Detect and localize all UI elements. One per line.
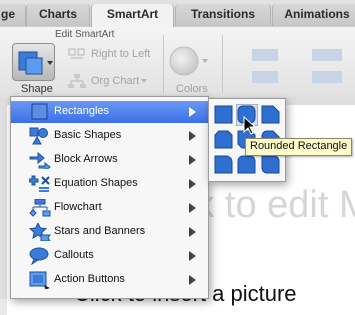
smartart-style-thumbnail[interactable]: [244, 39, 292, 95]
style-thumbnail-icon: [252, 49, 278, 83]
menu-item-action-buttons[interactable]: Action Buttons: [11, 269, 208, 291]
shape-button[interactable]: [12, 43, 55, 81]
menu-item-label: Flowchart: [54, 201, 102, 213]
equation-shapes-icon: [29, 175, 50, 192]
menu-item-label: Stars and Banners: [54, 225, 146, 237]
menu-item-stars-and-banners[interactable]: Stars and Banners: [11, 221, 208, 243]
submenu-arrow-icon: [189, 179, 196, 189]
ribbon-tab-bar: ge Charts SmartArt Transitions Animation…: [0, 0, 355, 28]
menu-item-callouts[interactable]: Callouts: [11, 245, 208, 267]
submenu-arrow-icon: [189, 251, 196, 261]
submenu-arrow-icon: [189, 155, 196, 165]
round-same-side-rectangle-option[interactable]: [236, 154, 258, 176]
tab-smartart[interactable]: SmartArt: [91, 4, 174, 28]
menu-item-label: Action Buttons: [54, 273, 125, 285]
ribbon-separator: [163, 35, 164, 93]
org-chart-button[interactable]: Org Chart: [68, 74, 158, 90]
menu-item-label: Equation Shapes: [54, 177, 138, 189]
action-button-icon: [29, 271, 50, 289]
submenu-arrow-icon: [189, 227, 196, 237]
menu-item-basic-shapes[interactable]: Basic Shapes: [11, 125, 208, 147]
block-arrows-icon: [29, 151, 51, 169]
snip-single-corner-rectangle-option[interactable]: [260, 104, 282, 126]
right-to-left-button[interactable]: Right to Left: [68, 47, 158, 63]
basic-shapes-icon: [29, 127, 48, 145]
menu-item-label: Block Arrows: [54, 153, 118, 165]
callout-icon: [29, 247, 49, 265]
menu-item-block-arrows[interactable]: Block Arrows: [11, 149, 208, 171]
org-chart-label: Org Chart: [91, 75, 140, 87]
tab-transitions[interactable]: Transitions: [175, 4, 271, 26]
ribbon-panel: Edit SmartArt Shape Right to Left Org Ch…: [0, 27, 355, 98]
submenu-arrow-icon: [189, 107, 196, 117]
right-to-left-label: Right to Left: [91, 48, 151, 60]
tab-page[interactable]: ge: [0, 4, 26, 26]
colors-label: Colors: [176, 83, 208, 95]
submenu-arrow-icon: [189, 275, 196, 285]
menu-item-label: Basic Shapes: [54, 129, 122, 141]
submenu-arrow-icon: [189, 203, 196, 213]
mouse-cursor-icon: [243, 116, 257, 135]
tab-charts[interactable]: Charts: [26, 4, 90, 26]
star-icon: [29, 223, 51, 241]
round-diagonal-rectangle-option[interactable]: [260, 154, 282, 176]
style-thumbnail-icon: [312, 49, 342, 83]
smartart-style-thumbnail[interactable]: [302, 39, 355, 95]
flowchart-icon: [29, 199, 51, 217]
colors-icon: [169, 46, 208, 76]
round-single-corner-rectangle-option[interactable]: [213, 154, 235, 176]
menu-item-equation-shapes[interactable]: Equation Shapes: [11, 173, 208, 195]
org-chart-dropdown-icon: [141, 79, 147, 83]
rectangle-icon: [31, 103, 48, 120]
menu-item-flowchart[interactable]: Flowchart: [11, 197, 208, 219]
org-chart-icon: [68, 74, 86, 88]
tooltip: Rounded Rectangle: [245, 138, 353, 156]
shape-icon: [18, 51, 53, 75]
rectangle-shape-option[interactable]: [213, 104, 235, 126]
colors-button[interactable]: [168, 45, 208, 85]
edit-smartart-group-label: Edit SmartArt: [55, 29, 115, 40]
shape-label: Shape: [21, 83, 53, 95]
shape-dropdown-menu: Rectangles Basic Shapes Block Arrows Equ…: [10, 96, 209, 299]
menu-item-label: Callouts: [54, 249, 94, 261]
menu-item-rectangles[interactable]: Rectangles: [11, 101, 208, 123]
submenu-arrow-icon: [189, 131, 196, 141]
tab-animations[interactable]: Animations: [272, 4, 355, 26]
ribbon-separator: [222, 35, 223, 93]
menu-item-label: Rectangles: [54, 105, 110, 117]
snip-same-side-rectangle-option[interactable]: [213, 129, 235, 151]
right-to-left-icon: [68, 48, 85, 59]
